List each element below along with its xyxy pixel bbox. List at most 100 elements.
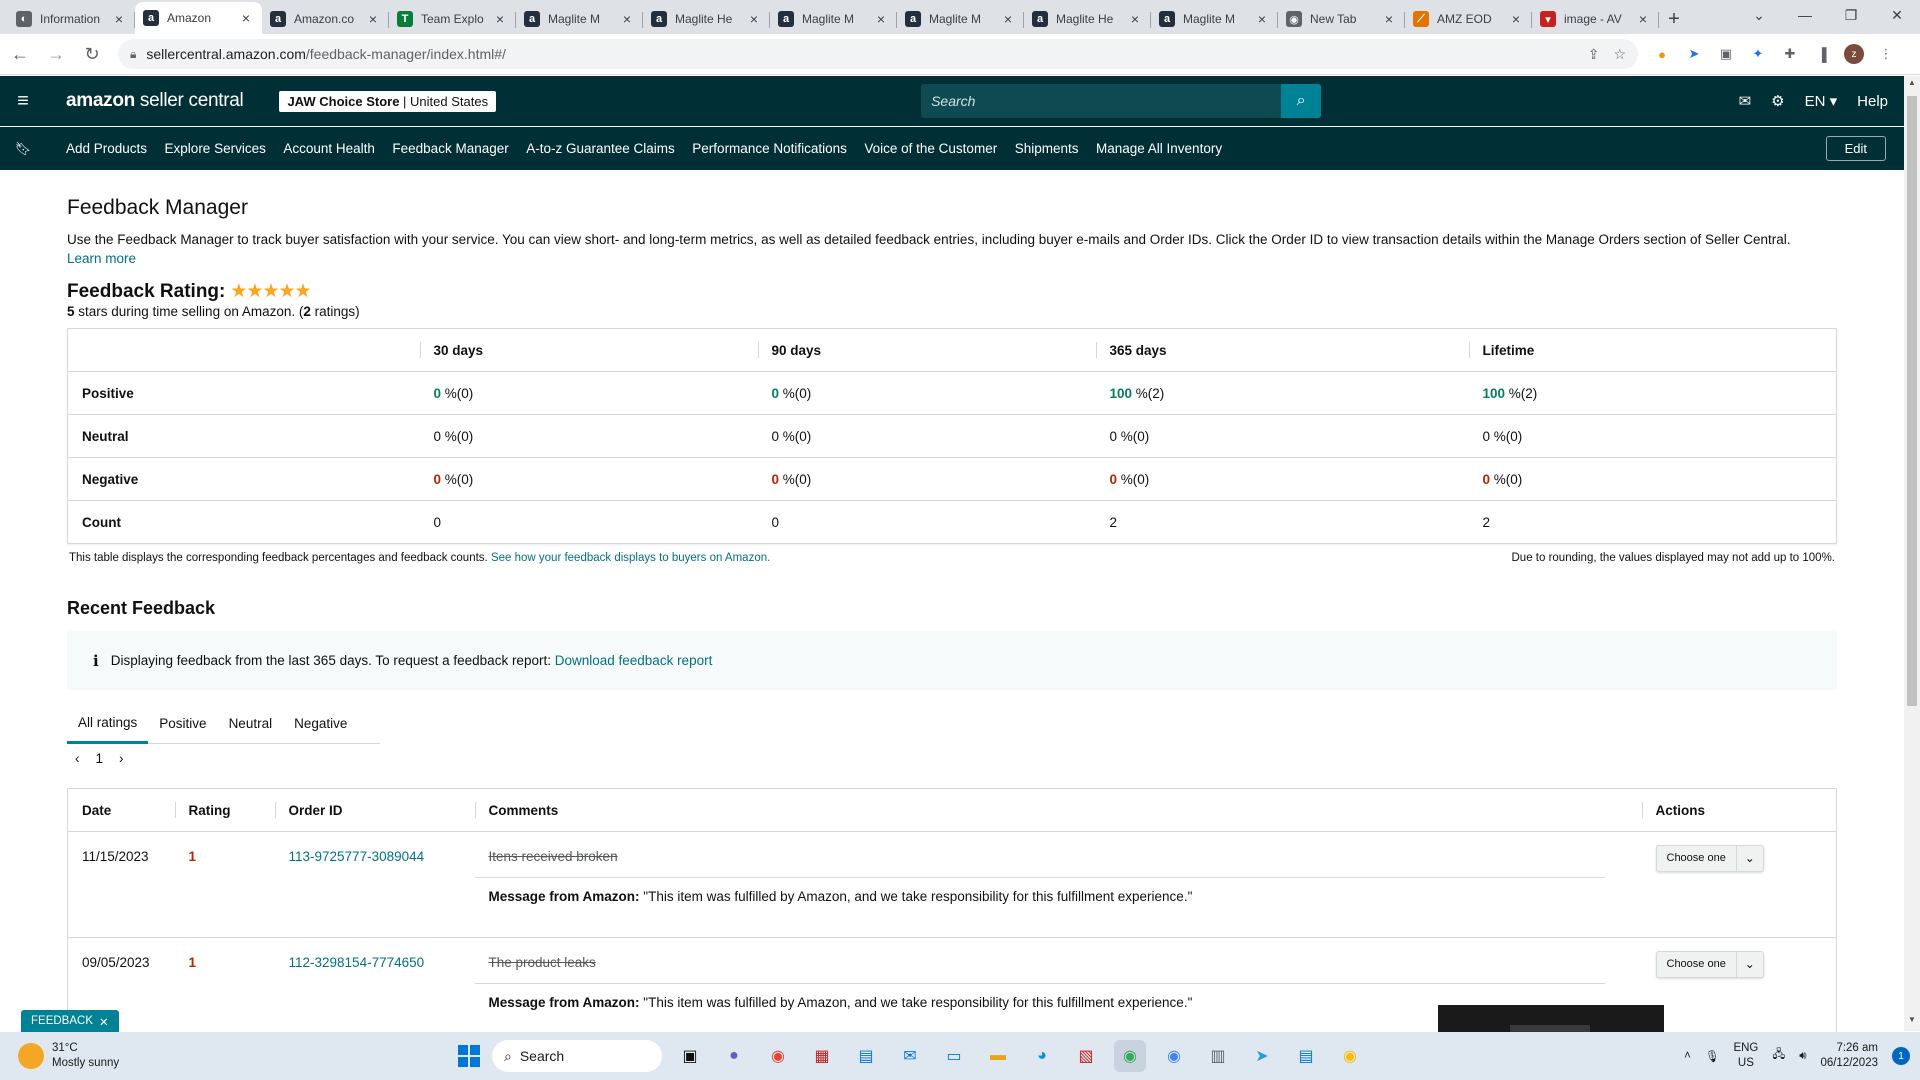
- edge-icon[interactable]: ◕: [1026, 1040, 1058, 1072]
- tab-close-icon[interactable]: ×: [873, 11, 889, 27]
- tab-search-icon[interactable]: ⌄: [1736, 0, 1782, 30]
- telegram-icon[interactable]: ➤: [1246, 1040, 1278, 1072]
- extension-arrow-icon[interactable]: ➤: [1684, 44, 1704, 64]
- choose-action-dropdown[interactable]: Choose one ⌄: [1655, 844, 1764, 872]
- chevron-right-icon[interactable]: ›: [119, 751, 124, 766]
- download-report-link[interactable]: Download feedback report: [555, 653, 713, 668]
- browser-tab[interactable]: a Maglite He ×: [1024, 4, 1151, 34]
- nav-item[interactable]: Performance Notifications: [692, 141, 847, 156]
- scroll-up-icon[interactable]: ▲: [1904, 78, 1920, 92]
- nav-item[interactable]: Shipments: [1015, 141, 1079, 156]
- scrollbar-thumb[interactable]: [1907, 96, 1917, 706]
- restore-icon[interactable]: ❐: [1828, 0, 1874, 30]
- mail-app-icon[interactable]: ✉: [894, 1040, 926, 1072]
- teams-chat-icon[interactable]: ●: [718, 1040, 750, 1072]
- reload-icon[interactable]: ↻: [76, 38, 108, 70]
- rating-tab[interactable]: Neutral: [218, 704, 284, 744]
- browser-tab[interactable]: ⟋ AMZ EOD ×: [1405, 4, 1532, 34]
- nav-item[interactable]: Explore Services: [165, 141, 266, 156]
- file-explorer-icon[interactable]: ▬: [982, 1040, 1014, 1072]
- nav-item[interactable]: A-to-z Guarantee Claims: [526, 141, 675, 156]
- calculator-icon[interactable]: ▥: [1202, 1040, 1234, 1072]
- order-id-link[interactable]: 113-9725777-3089044: [289, 849, 425, 864]
- rating-tab[interactable]: All ratings: [67, 704, 149, 744]
- search-input[interactable]: [921, 84, 1282, 118]
- browser-tab[interactable]: ◉ New Tab ×: [1278, 4, 1405, 34]
- language-indicator[interactable]: ENG US: [1733, 1041, 1758, 1071]
- browser-tab[interactable]: ▾ image - AV ×: [1532, 4, 1659, 34]
- tab-close-icon[interactable]: ×: [1254, 11, 1270, 27]
- extensions-puzzle-icon[interactable]: ✚: [1780, 44, 1800, 64]
- chevron-left-icon[interactable]: ‹: [75, 751, 80, 766]
- tab-close-icon[interactable]: ×: [1635, 11, 1651, 27]
- task-view-icon[interactable]: ▣: [674, 1040, 706, 1072]
- language-selector[interactable]: EN ▾: [1805, 92, 1838, 110]
- extension-blue-icon[interactable]: ✦: [1748, 44, 1768, 64]
- browser-tab[interactable]: a Amazon ×: [135, 2, 262, 34]
- tab-close-icon[interactable]: ×: [619, 11, 635, 27]
- remote-desktop-icon[interactable]: ▭: [938, 1040, 970, 1072]
- page-scrollbar[interactable]: ▲ ▼: [1904, 76, 1920, 1031]
- tab-close-icon[interactable]: ×: [1127, 11, 1143, 27]
- nav-item[interactable]: Voice of the Customer: [864, 141, 997, 156]
- windows-start-icon[interactable]: [458, 1045, 480, 1067]
- microphone-icon[interactable]: 🎙︎: [1705, 1049, 1720, 1063]
- notification-badge[interactable]: 1: [1892, 1047, 1910, 1065]
- browser-tab[interactable]: a Maglite He ×: [643, 4, 770, 34]
- app-icon-2[interactable]: ▧: [1070, 1040, 1102, 1072]
- profile-avatar[interactable]: z: [1844, 44, 1864, 64]
- store-switcher[interactable]: JAW Choice Store | United States: [279, 90, 497, 112]
- feedback-display-link[interactable]: See how your feedback displays to buyers…: [491, 552, 770, 564]
- bookmark-icon[interactable]: 🔖︎: [0, 141, 46, 157]
- weather-widget[interactable]: 31°C Mostly sunny: [18, 1041, 119, 1071]
- new-tab-icon[interactable]: +: [1659, 4, 1689, 34]
- tab-close-icon[interactable]: ×: [746, 11, 762, 27]
- bookmark-star-icon[interactable]: ☆: [1613, 46, 1626, 63]
- nav-item[interactable]: Account Health: [283, 141, 375, 156]
- tab-close-icon[interactable]: ×: [111, 11, 127, 27]
- url-input[interactable]: 🔒︎ sellercentral.amazon.com/feedback-man…: [118, 39, 1638, 69]
- choose-action-dropdown[interactable]: Choose one ⌄: [1655, 950, 1764, 978]
- mail-icon[interactable]: ✉: [1739, 92, 1752, 110]
- chrome-profile-icon-2[interactable]: ◉: [1158, 1040, 1190, 1072]
- share-icon[interactable]: ⇪: [1588, 46, 1600, 63]
- browser-tab[interactable]: T Team Explo ×: [389, 4, 516, 34]
- extension-circle-icon[interactable]: ●: [1652, 44, 1672, 64]
- chrome-profile-icon-3[interactable]: ◉: [1334, 1040, 1366, 1072]
- notepad-icon[interactable]: ▤: [1290, 1040, 1322, 1072]
- browser-tab[interactable]: a Maglite M ×: [770, 4, 897, 34]
- browser-tab[interactable]: a Amazon.co ×: [262, 4, 389, 34]
- tab-close-icon[interactable]: ×: [492, 11, 508, 27]
- rating-tab[interactable]: Positive: [148, 704, 217, 744]
- tab-close-icon[interactable]: ×: [1000, 11, 1016, 27]
- browser-tab[interactable]: a Maglite M ×: [516, 4, 643, 34]
- seller-central-logo[interactable]: amazon seller central: [66, 90, 244, 112]
- back-icon[interactable]: ←: [4, 38, 36, 70]
- feedback-badge[interactable]: FEEDBACK ✕: [21, 1010, 119, 1034]
- volume-icon[interactable]: 🔊︎: [1799, 1050, 1806, 1063]
- scroll-down-icon[interactable]: ▼: [1904, 1015, 1920, 1029]
- page-number[interactable]: 1: [96, 751, 104, 766]
- tab-close-icon[interactable]: ×: [1508, 11, 1524, 27]
- browser-tab[interactable]: ◐ Information ×: [8, 4, 135, 34]
- chrome-icon[interactable]: ◉: [762, 1040, 794, 1072]
- forward-icon[interactable]: →: [40, 38, 72, 70]
- app-icon[interactable]: ▦: [806, 1040, 838, 1072]
- browser-tab[interactable]: a Maglite M ×: [897, 4, 1024, 34]
- rating-tab[interactable]: Negative: [283, 704, 358, 744]
- network-icon[interactable]: 🖧︎: [1772, 1047, 1785, 1066]
- tray-chevron-icon[interactable]: ˄: [1684, 1050, 1691, 1062]
- browser-tab[interactable]: a Maglite M ×: [1151, 4, 1278, 34]
- side-panel-icon[interactable]: ▐: [1812, 44, 1832, 64]
- menu-icon[interactable]: ≡: [0, 90, 46, 113]
- nav-item[interactable]: Manage All Inventory: [1096, 141, 1222, 156]
- lock-icon[interactable]: 🔒︎: [130, 47, 136, 62]
- store-icon[interactable]: ▤: [850, 1040, 882, 1072]
- order-id-link[interactable]: 112-3298154-7774650: [289, 955, 425, 970]
- minimize-icon[interactable]: —: [1782, 0, 1828, 30]
- extension-off-icon[interactable]: ▣: [1716, 44, 1736, 64]
- edit-nav-button[interactable]: Edit: [1825, 136, 1886, 161]
- nav-item[interactable]: Feedback Manager: [392, 141, 508, 156]
- tab-close-icon[interactable]: ×: [1381, 11, 1397, 27]
- nav-item[interactable]: Add Products: [66, 141, 147, 156]
